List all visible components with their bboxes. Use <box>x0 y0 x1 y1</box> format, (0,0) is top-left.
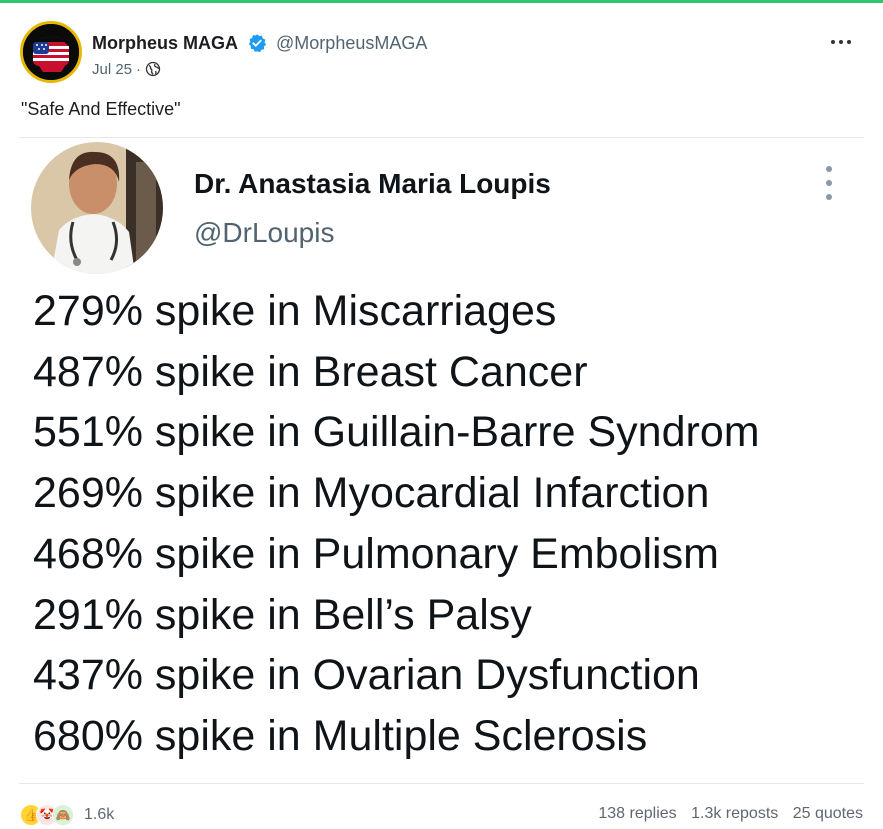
engagement-counts: 138 replies 1.3k reposts 25 quotes <box>588 805 863 823</box>
post-meta: Jul 25 · <box>92 61 161 78</box>
author-handle[interactable]: @MorpheusMAGA <box>276 33 427 53</box>
post-text: "Safe And Effective" <box>21 99 181 119</box>
list-item: 468% spike in Pulmonary Embolism <box>33 529 719 578</box>
embedded-image[interactable]: Dr. Anastasia Maria Loupis @DrLoupis 279… <box>19 137 864 784</box>
reaction-count[interactable]: 1.6k <box>84 806 114 824</box>
post-header: Morpheus MAGA @MorpheusMAGA Jul 25 · <box>20 21 863 85</box>
statistics-list: 279% spike in Miscarriages 487% spike in… <box>33 281 760 767</box>
verified-badge-icon <box>248 34 267 53</box>
post-date[interactable]: Jul 25 <box>92 61 132 78</box>
list-item: 279% spike in Miscarriages <box>33 287 557 335</box>
list-item: 487% spike in Breast Cancer <box>33 347 588 396</box>
author-avatar[interactable] <box>20 21 82 83</box>
embedded-more-icon <box>819 166 839 202</box>
list-item: 680% spike in Multiple Sclerosis <box>33 711 648 760</box>
list-item: 269% spike in Myocardial Infarction <box>33 469 710 518</box>
more-options-dot <box>847 40 851 44</box>
author-name-line: Morpheus MAGA @MorpheusMAGA <box>92 33 427 54</box>
more-options-icon <box>831 40 835 44</box>
post-card: Morpheus MAGA @MorpheusMAGA Jul 25 · "Saf… <box>0 0 883 829</box>
list-item: 437% spike in Ovarian Dysfunction <box>33 651 700 700</box>
globe-icon <box>145 61 161 77</box>
quotes-count[interactable]: 25 quotes <box>793 805 863 822</box>
reposts-count[interactable]: 1.3k reposts <box>691 805 778 822</box>
embedded-author-handle: @DrLoupis <box>194 217 335 248</box>
meta-separator: · <box>136 61 142 78</box>
post-footer: 👍 🤡 🙈 1.6k 138 replies 1.3k reposts 25 q… <box>20 801 863 829</box>
more-options-dot <box>839 40 843 44</box>
more-options-button[interactable] <box>827 31 857 53</box>
monkey-icon: 🙈 <box>52 804 74 826</box>
author-display-name[interactable]: Morpheus MAGA <box>92 33 238 53</box>
embedded-author-name: Dr. Anastasia Maria Loupis <box>194 168 551 199</box>
replies-count[interactable]: 138 replies <box>598 805 676 822</box>
list-item: 551% spike in Guillain-Barre Syndrom <box>33 408 760 457</box>
list-item: 291% spike in Bell’s Palsy <box>33 590 532 639</box>
reactions-summary[interactable]: 👍 🤡 🙈 1.6k <box>20 803 114 827</box>
profile-photo <box>31 142 163 274</box>
